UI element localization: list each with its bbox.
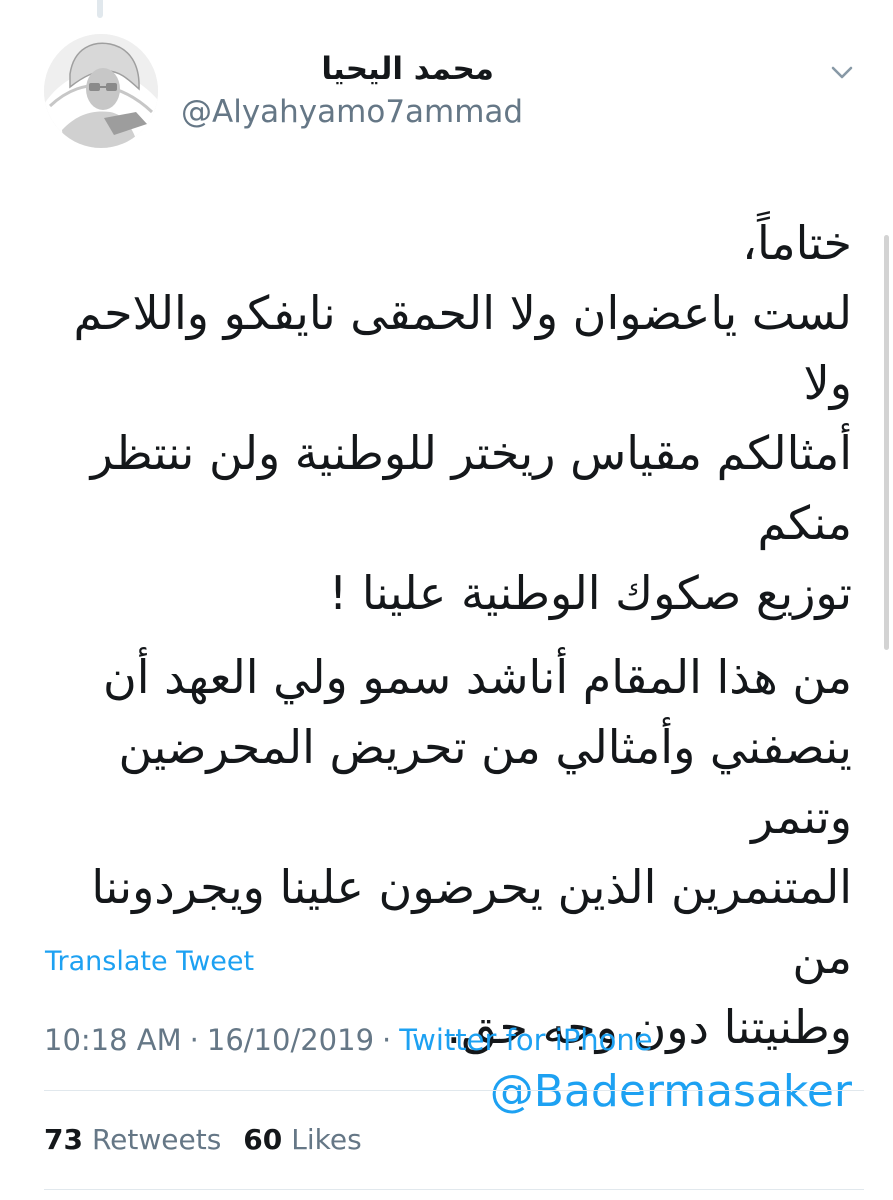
tweet-line: من هذا المقام أناشد سمو ولي العهد أن bbox=[102, 650, 852, 704]
mention-link[interactable]: @Badermasaker bbox=[40, 1062, 852, 1122]
likes-count[interactable]: 60 bbox=[243, 1123, 282, 1156]
avatar[interactable] bbox=[44, 34, 158, 148]
tweet-line: ينصفني وأمثالي من تحريض المحرضين وتنمر bbox=[118, 720, 852, 844]
tweet-options-button[interactable] bbox=[820, 50, 864, 94]
vertical-scrollbar[interactable] bbox=[884, 235, 889, 650]
top-edge-marker bbox=[97, 0, 103, 18]
avatar-photo-icon bbox=[44, 34, 158, 148]
tweet-line: توزيع صكوك الوطنية علينا ! bbox=[328, 566, 852, 620]
meta-separator: · bbox=[382, 1023, 392, 1057]
stats-divider-top bbox=[44, 1090, 864, 1091]
retweets-count[interactable]: 73 bbox=[44, 1123, 83, 1156]
retweets-label[interactable]: Retweets bbox=[92, 1123, 221, 1156]
tweet-detail-screen: محمد اليحيا @Alyahyamo7ammad ختاماً، لست… bbox=[0, 0, 893, 1200]
tweet-time: 10:18 AM bbox=[44, 1023, 182, 1057]
tweet-meta: 10:18 AM · 16/10/2019 · Twitter for iPho… bbox=[44, 1018, 653, 1062]
tweet-line: لست ياعضوان ولا الحمقى نايفكو واللاحم ول… bbox=[73, 286, 852, 410]
tweet-source-link[interactable]: Twitter for iPhone bbox=[399, 1023, 652, 1057]
stats-divider-bottom bbox=[44, 1189, 864, 1190]
tweet-body: ختاماً، لست ياعضوان ولا الحمقى نايفكو وا… bbox=[40, 208, 852, 1122]
author-username[interactable]: @Alyahyamo7ammad bbox=[181, 92, 523, 132]
tweet-line: ختاماً، bbox=[742, 216, 852, 270]
tweet-line: أمثالكم مقياس ريختر للوطنية ولن ننتظر من… bbox=[90, 426, 852, 550]
likes-label[interactable]: Likes bbox=[291, 1123, 361, 1156]
meta-separator: · bbox=[189, 1023, 199, 1057]
translate-tweet-link[interactable]: Translate Tweet bbox=[45, 943, 254, 981]
chevron-down-icon bbox=[831, 66, 853, 79]
author-display-name[interactable]: محمد اليحيا bbox=[184, 49, 494, 89]
tweet-date: 16/10/2019 bbox=[206, 1023, 375, 1057]
tweet-header: محمد اليحيا @Alyahyamo7ammad bbox=[44, 34, 864, 152]
tweet-stats: 73 Retweets 60 Likes bbox=[44, 1117, 384, 1161]
